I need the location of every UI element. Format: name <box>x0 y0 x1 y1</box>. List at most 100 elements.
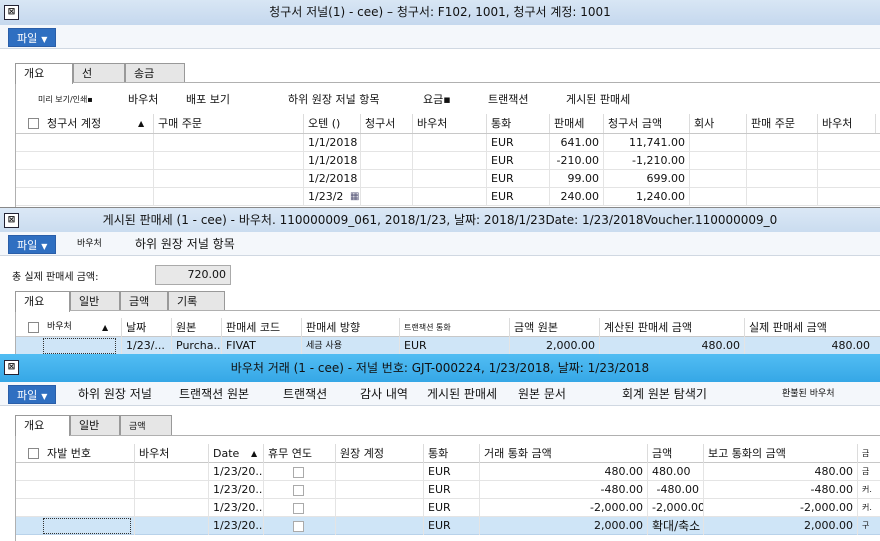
tab-general[interactable]: 일반 <box>70 291 120 311</box>
col-invoice-amount[interactable]: 청구서 금액 <box>603 114 689 133</box>
tab-history[interactable]: 기록 <box>168 291 225 311</box>
table-row[interactable]: 1/2/2018 EUR 99.00 699.00 <box>16 170 880 188</box>
cell-date: 1/23/20... <box>208 463 263 481</box>
col-currency[interactable]: 통화 <box>423 444 479 463</box>
col-date[interactable]: 날짜 <box>121 318 171 337</box>
col-journal-number[interactable]: 자발 번호 <box>43 444 134 463</box>
select-all-checkbox[interactable] <box>28 322 39 333</box>
col-ledger-account[interactable]: 원장 계정 <box>335 444 423 463</box>
table-row[interactable]: 1/23/2 ▦ EUR 240.00 1,240.00 <box>16 188 880 206</box>
col-more[interactable]: 부 <box>875 114 880 133</box>
file-menu-button[interactable]: 파일 ▼ <box>8 385 57 404</box>
cell <box>134 463 208 481</box>
tab-strip: 개요 일반 금액 <box>15 415 175 436</box>
subledger-journal-button[interactable]: 하위 원장 저널 항목 <box>288 89 379 111</box>
col-sales-tax-direction[interactable]: 판매세 방향 <box>301 318 399 337</box>
table-row[interactable]: 1/23/20... EUR -480.00 -480.00 -480.00 커… <box>16 481 880 499</box>
file-menu-button[interactable]: 파일 ▼ <box>8 235 57 254</box>
invoice-grid: 청구서 계정 ▲ 구매 주문 오텐 () 청구서 바우처 통화 판매세 청구서 … <box>16 114 880 206</box>
cell <box>817 188 875 206</box>
tab-label: 선 <box>82 67 93 80</box>
posted-sales-tax-button[interactable]: 게시된 판매세 <box>566 89 630 111</box>
closing-checkbox[interactable] <box>293 467 304 478</box>
col-voucher[interactable]: 바우처 <box>412 114 486 133</box>
cell <box>817 170 875 188</box>
select-all-checkbox[interactable] <box>28 118 39 129</box>
tab-general[interactable]: 일반 <box>70 415 120 435</box>
sort-ascending-icon: ▲ <box>251 449 258 458</box>
select-all-checkbox[interactable] <box>28 448 39 459</box>
cell-invoice-amount: 699.00 <box>603 170 689 188</box>
col-purchase-order[interactable]: 구매 주문 <box>153 114 303 133</box>
transaction-origin-menu-item[interactable]: 트랜잭션 원본 <box>179 382 249 406</box>
tab-overview[interactable]: 개요 <box>15 291 70 312</box>
cell-more: 커. <box>857 499 880 517</box>
col-sales-tax-code[interactable]: 판매세 코드 <box>221 318 301 337</box>
calendar-icon[interactable]: ▦ <box>346 188 360 206</box>
closing-checkbox[interactable] <box>293 485 304 496</box>
voucher-menu-item[interactable]: 바우처 <box>77 232 102 256</box>
col-date[interactable]: 오텐 () <box>303 114 360 133</box>
col-closing-year[interactable]: 휴무 연도 <box>263 444 335 463</box>
cell <box>43 134 153 152</box>
closing-checkbox[interactable] <box>293 521 304 532</box>
reversed-voucher-menu-item[interactable]: 환불된 바우처 <box>782 382 835 406</box>
journal-cell-focus[interactable] <box>43 518 131 534</box>
col-sales-order[interactable]: 판매 주문 <box>746 114 817 133</box>
tab-amount[interactable]: 금액 <box>120 415 172 435</box>
cell-reporting-amount: -480.00 <box>703 481 857 499</box>
cell <box>817 134 875 152</box>
col-calculated-tax[interactable]: 계산된 판매세 금액 <box>599 318 744 337</box>
charges-button[interactable]: 요금▪ <box>423 89 451 111</box>
closing-checkbox[interactable] <box>293 503 304 514</box>
posted-sales-tax-menu-item[interactable]: 게시된 판매세 <box>427 382 497 406</box>
col-voucher-2[interactable]: 바우처 <box>817 114 875 133</box>
tab-lines[interactable]: 선 <box>73 63 125 83</box>
accounting-source-explorer-menu-item[interactable]: 회계 원본 탐색기 <box>622 382 707 406</box>
audit-trail-menu-item[interactable]: 감사 내역 <box>360 382 408 406</box>
col-more[interactable]: 금 <box>857 444 880 463</box>
col-sales-tax[interactable]: 판매세 <box>549 114 603 133</box>
cell <box>263 499 335 517</box>
table-row[interactable]: 1/23/20... EUR 2,000.00 확대/축소 2,000.00 구 <box>16 517 880 535</box>
col-transaction-currency[interactable]: 트랜잭션 통화 <box>399 318 509 337</box>
file-menu-button[interactable]: 파일 ▼ <box>8 28 57 47</box>
col-amount[interactable]: 금액 <box>647 444 703 463</box>
source-documents-menu-item[interactable]: 원본 문서 <box>518 382 566 406</box>
col-actual-tax[interactable]: 실제 판매세 금액 <box>744 318 874 337</box>
cell-currency: EUR <box>423 463 479 481</box>
invoice-journal-window: ⊠ 청구서 저널(1) - cee) – 청구서: F102, 1001, 청구… <box>0 0 880 208</box>
cell-more: 구 <box>857 517 880 535</box>
cell <box>412 188 486 206</box>
table-row[interactable]: 1/1/2018 EUR -210.00 -1,210.00 <box>16 152 880 170</box>
subledger-journal-menu-item[interactable]: 하위 원장 저널 항목 <box>135 232 235 256</box>
transactions-button[interactable]: 트랜잭션 <box>488 89 528 111</box>
subledger-journal-menu-item[interactable]: 하위 원장 저널 <box>78 382 152 406</box>
table-row[interactable]: 1/23/20... EUR 480.00 480.00 480.00 금 <box>16 463 880 481</box>
cell-calculated-tax: 480.00 <box>599 337 744 354</box>
col-voucher[interactable]: 바우처 <box>134 444 208 463</box>
col-transaction-currency-amount[interactable]: 거래 통화 금액 <box>479 444 647 463</box>
preview-print-button[interactable]: 미리 보기/인쇄▪ <box>38 89 93 111</box>
window-title: 청구서 저널(1) - cee) – 청구서: F102, 1001, 청구서 … <box>269 5 611 19</box>
col-currency[interactable]: 통화 <box>486 114 549 133</box>
voucher-cell-focus[interactable] <box>43 338 116 354</box>
col-reporting-currency-amount[interactable]: 보고 통화의 금액 <box>703 444 857 463</box>
cell-invoice-amount: -1,210.00 <box>603 152 689 170</box>
col-voucher[interactable]: 바우처 <box>43 318 121 337</box>
col-invoice[interactable]: 청구서 <box>360 114 412 133</box>
tab-overview[interactable]: 개요 <box>15 63 73 84</box>
table-row[interactable]: 1/23/... Purcha... FIVAT 세금 사용 EUR 2,000… <box>16 337 880 354</box>
col-origin-amount[interactable]: 금액 원본 <box>509 318 599 337</box>
tab-overview[interactable]: 개요 <box>15 415 70 436</box>
col-source[interactable]: 원본 <box>171 318 221 337</box>
distribution-view-button[interactable]: 배포 보기 <box>186 89 230 111</box>
table-row[interactable]: 1/1/2018 EUR 641.00 11,741.00 <box>16 134 880 152</box>
table-row[interactable]: 1/23/20... EUR -2,000.00 -2,000.00 -2,00… <box>16 499 880 517</box>
tab-remittance[interactable]: 송금 <box>125 63 185 83</box>
transactions-menu-item[interactable]: 트랜잭션 <box>283 382 327 406</box>
col-company[interactable]: 회사 <box>689 114 746 133</box>
tab-amount[interactable]: 금액 <box>120 291 168 311</box>
voucher-button[interactable]: 바우처 <box>128 89 158 111</box>
cell <box>335 463 423 481</box>
